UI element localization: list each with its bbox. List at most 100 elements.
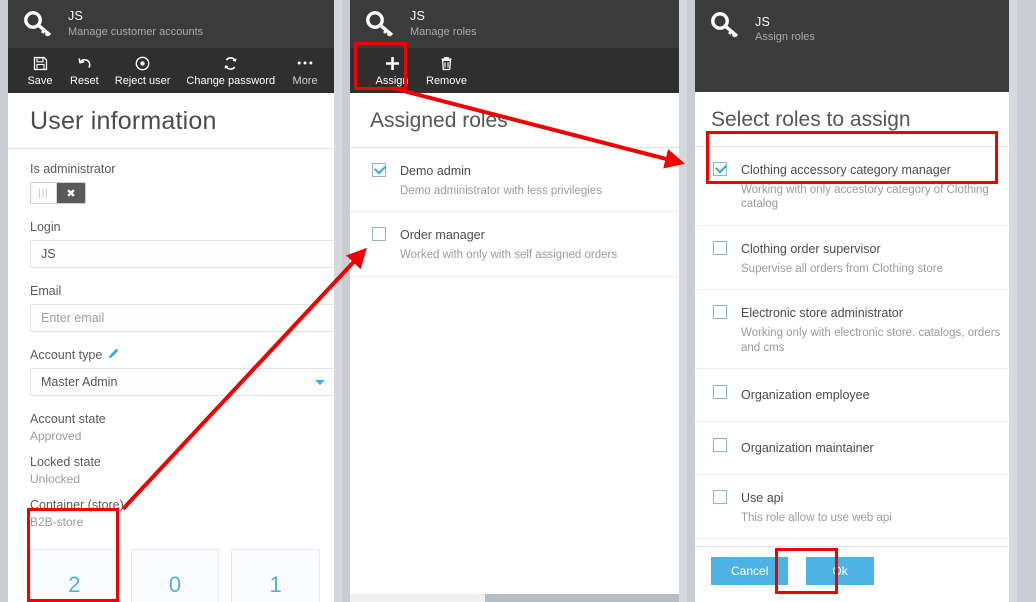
list-item[interactable]: Demo admin Demo administrator with less … [350, 148, 687, 213]
is-administrator-toggle[interactable]: ||| ✖ [30, 182, 86, 204]
change-password-label: Change password [186, 74, 276, 87]
cancel-button[interactable]: Cancel [711, 556, 789, 585]
role-checkbox[interactable] [713, 162, 727, 176]
remove-button[interactable]: Remove [418, 48, 475, 93]
middle-panel-header: JS Manage roles [350, 0, 687, 48]
role-checkbox[interactable] [372, 163, 386, 177]
account-type-select[interactable]: Master Admin [30, 368, 336, 396]
selectable-roles-list: Clothing accessory category manager Work… [695, 147, 1017, 540]
role-checkbox[interactable] [713, 437, 727, 452]
role-description: Working with only accestory category of … [741, 184, 989, 211]
left-panel-scrollbar[interactable] [334, 0, 342, 602]
left-panel-toolbar: Save Reset Reject user Change password M… [8, 48, 342, 93]
toggle-off-glyph: ✖ [57, 183, 85, 203]
role-description: This role allow to use web api [741, 511, 892, 524]
reset-button[interactable]: Reset [62, 48, 107, 93]
right-panel-footer: Cancel Ok [695, 546, 1017, 594]
left-header-subtitle: Manage customer accounts [68, 25, 204, 38]
role-checkbox[interactable] [713, 489, 727, 504]
is-administrator-group: Is administrator ||| ✖ [30, 162, 320, 204]
role-name: Organization maintainer [741, 440, 874, 455]
right-panel-scrollbar[interactable] [1009, 0, 1017, 602]
role-name: Demo admin [400, 164, 471, 178]
middle-panel-toolbar: Assign Remove [350, 48, 687, 93]
screenshot-root: JS Manage customer accounts Save Reset R… [0, 0, 1036, 602]
select-roles-title: Select roles to assign [711, 108, 911, 131]
account-state-label: Account state [30, 412, 106, 426]
right-panel-header: JS Assign roles [695, 0, 1017, 92]
account-type-label-text: Account type [30, 348, 103, 362]
assign-label: Assign [375, 74, 409, 87]
middle-panel-hscroll-track[interactable] [350, 594, 687, 602]
change-password-icon [223, 55, 238, 72]
locked-state-label: Locked state [30, 455, 101, 469]
key-icon [366, 11, 396, 37]
save-button[interactable]: Save [18, 48, 62, 93]
reset-label: Reset [70, 74, 99, 87]
plus-icon [384, 55, 401, 72]
email-label: Email [30, 284, 62, 298]
account-type-value: Master Admin [41, 375, 118, 389]
middle-header-subtitle: Manage roles [410, 25, 477, 38]
container-store-label: Container (store) [30, 498, 124, 512]
list-item[interactable]: Electronic store administrator Working o… [695, 290, 1017, 369]
right-header-title: JS [755, 15, 770, 29]
assigned-roles-title: Assigned roles [370, 109, 508, 132]
list-item[interactable]: Organization employee [695, 368, 1017, 422]
list-item[interactable]: Order manager Worked with only with self… [350, 212, 687, 277]
role-name: Electronic store administrator [741, 306, 903, 321]
container-store-value: B2B-store [30, 515, 84, 529]
assigned-roles-panel: JS Manage roles Assign Remove Assigned r… [350, 0, 687, 602]
account-state-value: Approved [30, 429, 82, 443]
role-description: Worked with only with self assigned orde… [400, 249, 618, 262]
list-item[interactable]: Use api This role allow to use web api [695, 474, 1017, 540]
role-name: Organization employee [741, 387, 870, 402]
api-accounts-tile[interactable]: 0 API Accounts [130, 549, 220, 602]
list-item[interactable]: Clothing order supervisor Supervise all … [695, 225, 1017, 291]
login-input[interactable] [30, 240, 336, 268]
remove-label: Remove [426, 74, 467, 87]
list-item[interactable]: Organization maintainer [695, 421, 1017, 475]
api-accounts-tile-count: 0 [168, 572, 182, 597]
reject-user-button[interactable]: Reject user [107, 48, 179, 93]
role-checkbox[interactable] [372, 227, 386, 242]
assigned-roles-list: Demo admin Demo administrator with less … [350, 148, 687, 277]
is-administrator-label: Is administrator [30, 162, 116, 176]
chevron-down-icon [315, 379, 325, 385]
role-checkbox[interactable] [713, 384, 727, 399]
middle-panel-hscroll-thumb[interactable] [485, 594, 687, 602]
middle-header-title: JS [410, 9, 425, 24]
change-password-button[interactable]: Change password [178, 48, 283, 93]
middle-panel-scrollbar[interactable] [679, 0, 687, 602]
left-panel-header: JS Manage customer accounts [8, 0, 342, 48]
role-name: Clothing accessory category manager [741, 163, 951, 177]
roles-tile-count: 2 [68, 572, 81, 597]
changes-tile[interactable]: 1 Changes [231, 549, 321, 602]
account-state-group: Account state Approved [30, 412, 320, 443]
account-type-label: Account type [30, 348, 320, 362]
account-type-group: Account type Master Admin [30, 348, 336, 396]
select-roles-panel: JS Assign roles Select roles to assign C… [695, 0, 1017, 602]
ok-button[interactable]: Ok [806, 556, 874, 585]
email-group: Email [30, 284, 336, 332]
role-checkbox[interactable] [713, 240, 727, 255]
reset-undo-icon [77, 55, 92, 72]
reject-user-label: Reject user [114, 74, 171, 87]
locked-state-group: Locked state Unlocked [30, 455, 320, 486]
locked-state-value: Unlocked [30, 472, 81, 486]
pencil-icon[interactable] [108, 348, 119, 362]
more-button[interactable]: More [283, 48, 327, 93]
role-name: Clothing order supervisor [741, 241, 881, 256]
role-description: Working only with electronic store. cata… [741, 327, 1001, 354]
key-icon [24, 11, 54, 37]
roles-tile[interactable]: 2 Roles [30, 549, 119, 602]
key-icon [711, 12, 741, 38]
email-input[interactable] [30, 304, 336, 332]
container-store-group: Container (store) B2B-store [30, 498, 320, 529]
role-description: Demo administrator with less privilegies [400, 185, 602, 197]
user-information-form: Is administrator ||| ✖ Login Email Accou… [8, 149, 342, 529]
role-checkbox[interactable] [713, 305, 727, 320]
list-item[interactable]: Clothing accessory category manager Work… [695, 147, 1017, 226]
toggle-knob: ||| [31, 183, 57, 203]
assign-button[interactable]: Assign [366, 48, 418, 93]
